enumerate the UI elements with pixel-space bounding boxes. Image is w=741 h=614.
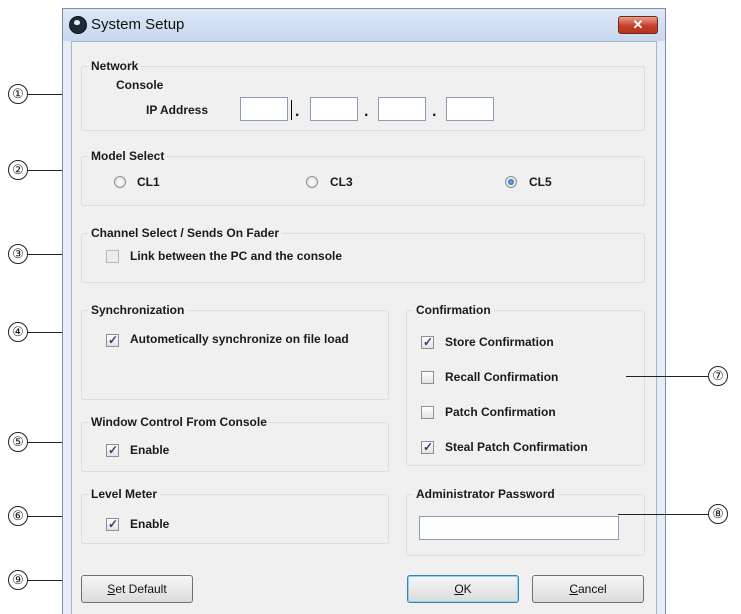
ip-dot-3: . — [432, 103, 437, 120]
admin-password-title: Administrator Password — [413, 487, 558, 501]
ok-label: K — [463, 582, 472, 596]
channel-select-title: Channel Select / Sends On Fader — [88, 226, 283, 240]
synchronization-group: Synchronization Autometically synchroniz… — [81, 303, 389, 400]
system-setup-window: System Setup ✕ Network Console IP Addres… — [62, 8, 666, 614]
window-control-enable-checkbox[interactable] — [106, 443, 119, 457]
window-control-title: Window Control From Console — [88, 415, 270, 429]
steal-patch-confirmation-label: Steal Patch Confirmation — [445, 440, 588, 454]
callout-line-8 — [618, 514, 708, 515]
title-bar: System Setup ✕ — [63, 9, 665, 41]
window-control-enable-label: Enable — [130, 443, 170, 457]
callout-9: ⑨ — [8, 570, 28, 590]
patch-confirmation-checkbox[interactable] — [421, 406, 434, 419]
set-default-label: et Default — [115, 582, 167, 596]
ip-octet-1-input[interactable] — [240, 97, 292, 121]
callout-line-7 — [626, 376, 708, 377]
level-meter-enable-label: Enable — [130, 517, 170, 531]
model-select-title: Model Select — [88, 149, 168, 163]
radio-cl3-label: CL3 — [330, 175, 353, 189]
callout-5: ⑤ — [8, 432, 28, 452]
console-label: Console — [116, 78, 164, 92]
radio-cl3[interactable] — [306, 176, 318, 188]
level-meter-enable-checkbox[interactable] — [106, 517, 119, 531]
link-pc-console-label: Link between the PC and the console — [130, 249, 343, 263]
recall-confirmation-checkbox[interactable] — [421, 371, 434, 384]
set-default-button[interactable]: Set Default — [81, 575, 193, 603]
level-meter-title: Level Meter — [88, 487, 161, 501]
callout-2: ② — [8, 160, 28, 180]
cancel-label: ancel — [577, 582, 607, 596]
link-pc-console-checkbox[interactable] — [106, 250, 119, 263]
steal-patch-confirmation-checkbox[interactable] — [421, 440, 434, 454]
ip-octet-3-input[interactable] — [378, 97, 426, 121]
level-meter-group: Level Meter Enable — [81, 487, 389, 544]
network-group: Network Console IP Address . . . — [81, 59, 645, 131]
radio-cl1-label: CL1 — [137, 175, 160, 189]
synchronization-title: Synchronization — [88, 303, 188, 317]
ip-dot-1: . — [295, 103, 300, 120]
admin-password-input[interactable] — [419, 516, 619, 540]
close-button[interactable]: ✕ — [618, 16, 658, 34]
recall-confirmation-label: Recall Confirmation — [445, 370, 559, 384]
cancel-button[interactable]: Cancel — [532, 575, 644, 603]
ip-octet-4-input[interactable] — [446, 97, 494, 121]
admin-password-group: Administrator Password — [406, 487, 645, 556]
cancel-mnemonic: C — [569, 582, 578, 596]
confirmation-group: Confirmation Store Confirmation Recall C… — [406, 303, 645, 466]
ip-dot-2: . — [364, 103, 369, 120]
window-title: System Setup — [91, 16, 185, 33]
patch-confirmation-label: Patch Confirmation — [445, 405, 556, 419]
app-logo-icon — [69, 16, 87, 34]
auto-sync-label: Autometically synchronize on file load — [130, 332, 349, 346]
callout-7: ⑦ — [708, 366, 728, 386]
callout-6: ⑥ — [8, 506, 28, 526]
confirmation-title: Confirmation — [413, 303, 494, 317]
radio-cl5-label: CL5 — [529, 175, 552, 189]
callout-8: ⑧ — [708, 504, 728, 524]
dialog-body: Network Console IP Address . . . Model S… — [71, 41, 657, 614]
callout-3: ③ — [8, 244, 28, 264]
store-confirmation-label: Store Confirmation — [445, 335, 554, 349]
network-group-title: Network — [88, 59, 142, 73]
model-select-group: Model Select CL1 CL3 CL5 — [81, 149, 645, 206]
callout-1: ① — [8, 84, 28, 104]
callout-4: ④ — [8, 322, 28, 342]
close-icon: ✕ — [632, 17, 644, 32]
ip-address-label: IP Address — [146, 103, 209, 117]
ok-mnemonic: O — [454, 582, 464, 596]
ok-button[interactable]: OK — [407, 575, 519, 603]
store-confirmation-checkbox[interactable] — [421, 335, 434, 349]
window-control-group: Window Control From Console Enable — [81, 415, 389, 472]
radio-cl1[interactable] — [114, 176, 126, 188]
auto-sync-checkbox[interactable] — [106, 333, 119, 347]
ip-octet-2-input[interactable] — [310, 97, 358, 121]
channel-select-group: Channel Select / Sends On Fader Link bet… — [81, 226, 645, 283]
radio-cl5[interactable] — [505, 176, 517, 188]
